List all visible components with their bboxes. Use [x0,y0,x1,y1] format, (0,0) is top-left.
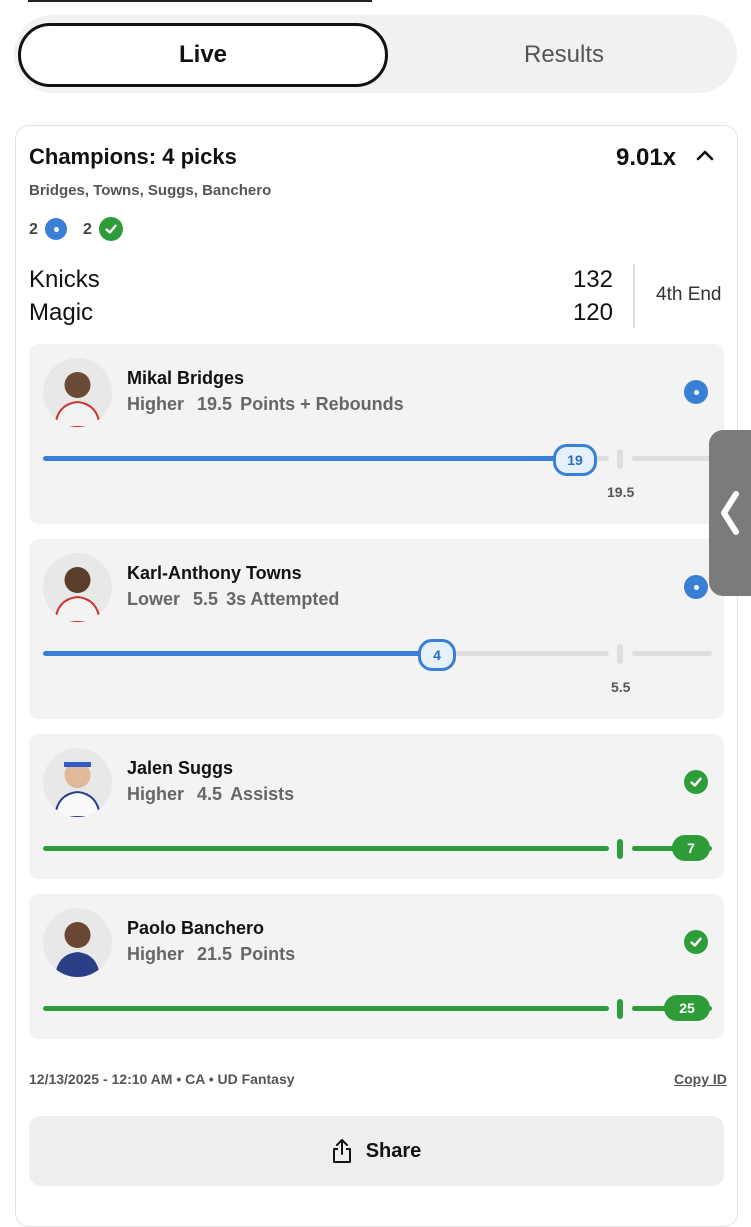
pick-line-value: 4.5 [197,784,223,804]
player-avatar [43,908,112,977]
progress-fill [43,1006,609,1011]
progress-fill [43,651,438,656]
line-label: 19.5 [607,484,635,500]
pick-direction: Lower [127,589,181,609]
pick-stat: Points [240,944,296,964]
pick-stat: Assists [230,784,295,804]
game-period: 4th End [656,284,722,305]
pick-card-bridges[interactable]: Mikal Bridges Higher 19.5 Points + Reboun… [29,344,724,524]
won-count: 2 [83,221,92,238]
home-team: Knicks [29,266,100,293]
live-results-toggle: Live Results [14,15,737,93]
progress-fill [43,456,573,461]
live-count: 2 [29,221,38,238]
chevron-up-icon[interactable] [694,144,716,166]
current-value-pill: 7 [672,835,710,861]
pick-card-suggs[interactable]: Jalen Suggs Higher 4.5 Assists 7 [29,734,724,879]
current-value-pill: 25 [664,995,710,1021]
share-icon [332,1139,351,1163]
pick-card-towns[interactable]: Karl-Anthony Towns Lower 5.5 3s Attempted… [29,539,724,719]
tab-live[interactable]: Live [18,23,388,87]
payout-multiplier: 9.01x [616,144,677,171]
progress-track [438,651,609,656]
live-dot-icon [45,218,67,240]
pick-line-value: 21.5 [197,944,233,964]
line-marker [617,999,623,1019]
player-avatar [43,358,112,427]
copy-id-link[interactable]: Copy ID [674,1071,727,1087]
pick-direction: Higher [127,944,185,964]
home-score: 132 [572,266,613,293]
line-marker [617,644,623,664]
player-name: Jalen Suggs [127,758,234,778]
pick-card-banchero[interactable]: Paolo Banchero Higher 21.5 Points 25 [29,894,724,1039]
live-dot-icon [684,575,708,599]
score-divider [633,264,635,328]
share-button[interactable]: Share [29,1116,724,1186]
check-icon [684,770,708,794]
tab-results[interactable]: Results [392,23,736,87]
check-icon [684,930,708,954]
entry-meta: 12/13/2025 - 12:10 AM • CA • UD Fantasy [29,1071,295,1087]
line-label: 5.5 [611,679,631,695]
pick-direction: Higher [127,784,185,804]
check-icon [99,217,123,241]
live-dot-icon [684,380,708,404]
player-avatar [43,748,112,817]
line-marker [617,839,623,859]
player-avatar [43,553,112,622]
away-team: Magic [29,299,94,326]
entry-players: Bridges, Towns, Suggs, Banchero [29,182,272,199]
player-name: Mikal Bridges [127,368,245,388]
progress-fill [43,846,609,851]
current-value-pill: 19 [553,444,597,476]
pick-line: Higher 19.5 Points + Rebounds [127,394,404,415]
pick-direction: Higher [127,394,185,414]
entry-title: Champions: 4 picks [29,144,237,169]
player-name: Karl-Anthony Towns [127,563,302,583]
pick-line: Higher 4.5 Assists [127,784,294,805]
away-score: 120 [572,299,613,326]
current-value-pill: 4 [418,639,456,671]
progress-track [632,456,712,461]
pick-line: Higher 21.5 Points [127,944,295,965]
player-name: Paolo Banchero [127,918,265,938]
pick-line: Lower 5.5 3s Attempted [127,589,339,610]
pick-line-value: 5.5 [193,589,219,609]
top-divider [28,0,372,2]
chevron-left-icon [721,491,739,535]
side-drawer-handle[interactable] [709,430,751,596]
share-label: Share [365,1139,422,1162]
line-marker [617,449,623,469]
pick-stat: Points + Rebounds [240,394,404,414]
entry-card: Champions: 4 picks 9.01x Bridges, Towns,… [15,125,738,1227]
progress-track [632,651,712,656]
pick-line-value: 19.5 [197,394,233,414]
pick-stat: 3s Attempted [226,589,340,609]
